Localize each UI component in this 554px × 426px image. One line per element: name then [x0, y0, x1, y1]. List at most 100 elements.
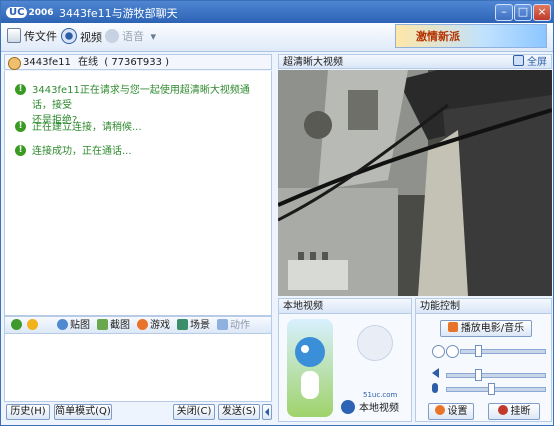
mascot-head	[295, 337, 325, 367]
maximize-button[interactable]: □	[514, 4, 532, 21]
volume-knob[interactable]	[475, 369, 482, 381]
emoticon-button[interactable]	[27, 319, 40, 332]
close-button[interactable]: ×	[533, 4, 551, 21]
play-media-label: 播放电影/音乐	[460, 323, 525, 334]
screenshot-label: 截图	[110, 320, 130, 331]
phone-hangup-icon	[497, 405, 508, 415]
mascot-body	[301, 371, 319, 399]
video-panel-header: 超清晰大视频 全屏	[278, 54, 552, 69]
microphone-slider[interactable]	[446, 383, 546, 395]
minimize-button[interactable]: –	[495, 4, 513, 21]
microphone-icon	[432, 383, 438, 393]
chat-history[interactable]: ! 3443fe11正在请求与您一起使用超清晰大视频通话，接受 还是拒绝? ! …	[4, 71, 272, 316]
play-button[interactable]	[432, 345, 445, 358]
ad-banner-text: 激情新派	[416, 30, 460, 43]
screenshot-button[interactable]: 截图	[97, 319, 130, 332]
games-label: 游戏	[150, 320, 170, 331]
contact-state: 在线	[78, 57, 99, 68]
settings-label: 设置	[447, 406, 468, 417]
uc-brand-icon	[341, 400, 355, 414]
voice-button[interactable]: 语音 ▾	[105, 28, 156, 46]
info-icon: !	[15, 145, 26, 156]
local-video-panel: 本地视频 51uc.com 本地视频	[278, 298, 412, 422]
chat-window: UC 2006 3443fe11与游牧部聊天 – □ × 传文件 视频 语音 ▾ …	[0, 0, 554, 426]
remote-video-feed[interactable]	[278, 70, 552, 296]
scene-button[interactable]: 场景	[177, 319, 210, 332]
message-input[interactable]	[4, 334, 272, 402]
rewind-button[interactable]	[446, 345, 459, 358]
simple-mode-button[interactable]: 简单模式(Q)	[54, 404, 112, 420]
scene-icon	[177, 319, 188, 330]
contact-avatar-icon	[8, 57, 21, 70]
info-icon: !	[15, 84, 26, 95]
hangup-button[interactable]: 挂断	[488, 403, 540, 420]
mascot-image	[287, 319, 333, 417]
send-file-label: 传文件	[24, 30, 57, 43]
video-panel: 超清晰大视频 全屏	[278, 54, 552, 69]
voice-dropdown-arrow[interactable]: ▾	[151, 30, 157, 43]
action-figure-icon	[217, 319, 228, 330]
video-panel-title: 超清晰大视频	[283, 57, 343, 68]
contact-status-bar: 3443fe11 在线 ( 7736T933 )	[4, 54, 272, 70]
send-options-arrow[interactable]	[262, 404, 272, 420]
video-button[interactable]: 视频	[61, 28, 102, 46]
game-icon	[137, 319, 148, 330]
control-panel-title: 功能控制	[420, 301, 460, 312]
message-line: 连接成功，正在通话...	[32, 146, 132, 157]
history-button[interactable]: 历史(H)	[6, 404, 50, 420]
send-button[interactable]: 发送(S)	[218, 404, 260, 420]
message-line: 正在建立连接，请稍候...	[32, 122, 142, 133]
speaker-icon	[432, 368, 439, 378]
file-icon	[7, 28, 21, 43]
video-label: 视频	[80, 31, 102, 44]
chevron-left-icon	[265, 408, 269, 416]
chat-message: ! 连接成功，正在通话...	[15, 144, 263, 159]
action-button[interactable]: 动作	[217, 319, 250, 332]
control-panel: 功能控制 播放电影/音乐 设置 挂断	[415, 298, 552, 422]
chat-message: ! 正在建立连接，请稍候...	[15, 120, 263, 135]
paste-image-button[interactable]: 贴图	[57, 319, 90, 332]
media-progress-slider[interactable]	[460, 345, 546, 357]
action-label: 动作	[230, 320, 250, 331]
contact-name: 3443fe11	[23, 57, 71, 68]
window-title: 3443fe11与游牧部聊天	[59, 7, 178, 20]
contact-id: ( 7736T933 )	[104, 57, 170, 68]
paste-image-label: 贴图	[70, 320, 90, 331]
fullscreen-icon	[513, 55, 524, 66]
info-icon: !	[15, 121, 26, 132]
scissors-icon	[97, 319, 108, 330]
brand-text: 本地视频	[359, 403, 399, 414]
font-icon	[11, 319, 22, 330]
games-button[interactable]: 游戏	[137, 319, 170, 332]
webcam-icon	[61, 28, 77, 44]
smiley-icon	[27, 319, 38, 330]
bottom-bar: 历史(H) 简单模式(Q) 关闭(C) 发送(S)	[4, 402, 274, 422]
scene-label: 场景	[190, 320, 210, 331]
uc-logo: UC 2006	[6, 4, 56, 20]
title-bar[interactable]: UC 2006 3443fe11与游牧部聊天 – □ ×	[1, 1, 553, 23]
media-progress-knob[interactable]	[475, 345, 482, 357]
brand-block: 51uc.com 本地视频	[341, 391, 411, 414]
ad-banner[interactable]: 激情新派	[395, 24, 547, 48]
media-icon	[447, 322, 458, 332]
close-chat-button[interactable]: 关闭(C)	[173, 404, 215, 420]
send-file-button[interactable]: 传文件	[7, 28, 57, 46]
fullscreen-button[interactable]: 全屏	[513, 55, 547, 70]
gear-icon	[434, 405, 445, 415]
volume-slider[interactable]	[446, 369, 546, 381]
format-toolbar: 贴图 截图 游戏 场景 动作	[4, 316, 272, 334]
logo-year: 2006	[28, 8, 54, 18]
voice-label: 语音	[122, 30, 144, 43]
control-panel-header: 功能控制	[416, 299, 551, 314]
message-line: 3443fe11正在请求与您一起使用超清晰大视频通话，接受	[32, 85, 250, 111]
microphone-knob[interactable]	[488, 383, 495, 395]
brand-url: 51uc.com	[363, 391, 398, 399]
local-video-title: 本地视频	[283, 301, 323, 312]
camera-placeholder-icon	[357, 325, 393, 361]
voice-icon	[105, 29, 119, 43]
fullscreen-label: 全屏	[527, 57, 547, 68]
chat-column: 3443fe11 在线 ( 7736T933 ) ! 3443fe11正在请求与…	[4, 54, 274, 422]
font-button[interactable]	[11, 319, 24, 332]
play-media-button[interactable]: 播放电影/音乐	[440, 320, 532, 337]
settings-button[interactable]: 设置	[428, 403, 474, 420]
